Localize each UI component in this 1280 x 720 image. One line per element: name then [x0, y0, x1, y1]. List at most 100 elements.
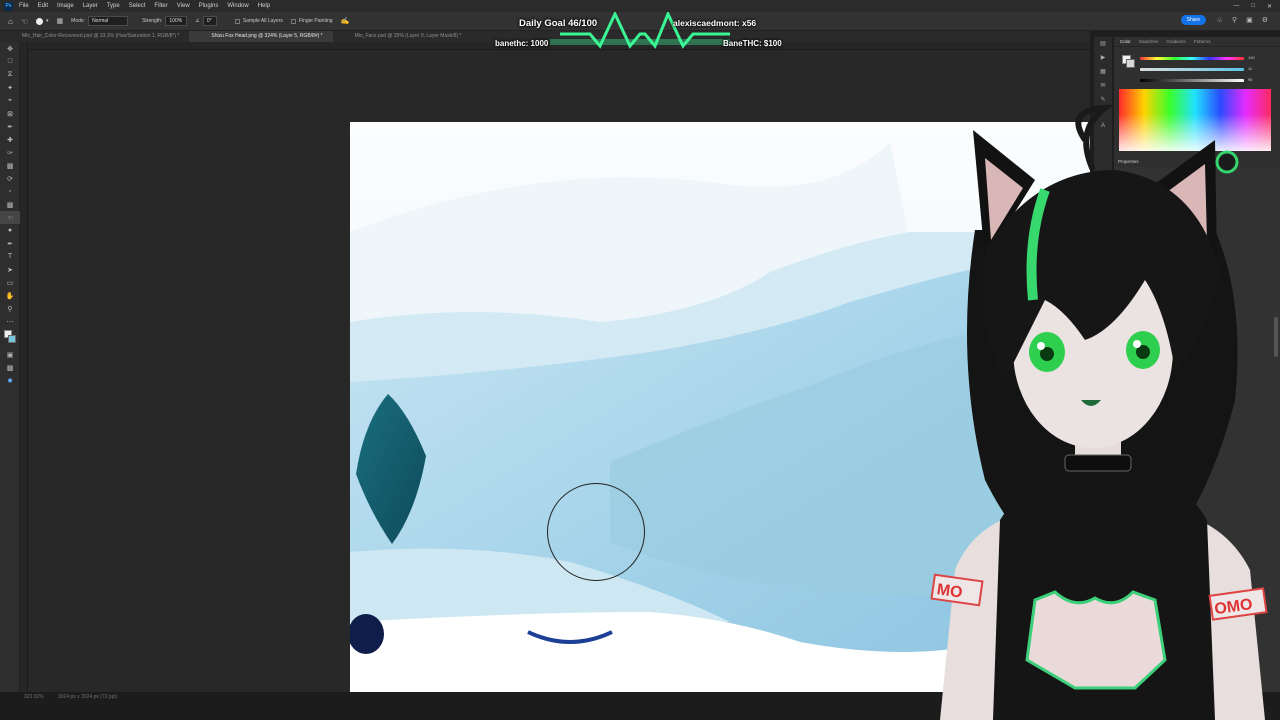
move-tool-icon[interactable]: ✥ [0, 42, 20, 55]
chest-cutout [1025, 590, 1167, 690]
tab-color[interactable]: Color [1120, 39, 1131, 44]
choker-collar [1064, 454, 1132, 472]
tab-mio-face[interactable]: Mio_Face.psd @ 25% (Layer 9, Layer Mask/… [333, 31, 472, 42]
layer-comps-icon[interactable]: ▦ [1100, 68, 1106, 75]
pen-tool-icon[interactable]: ✒ [0, 237, 20, 250]
brush-settings-icon[interactable]: ▦ [57, 17, 64, 25]
tools-panel: ✥ □ ⧖ ✦ ⌖ ⊠ ✒ ✚ ✑ ▩ ⟳ ▫ ▩ ☜ ● ✒ T ➤ ▭ ✋ … [0, 42, 20, 692]
background-swatch[interactable] [8, 335, 16, 343]
brightness-value[interactable]: 95 [1248, 77, 1252, 82]
color-panel-tabs: Color Swatches Gradients Patterns [1114, 37, 1280, 47]
strength-control: Strength: 100% [142, 16, 188, 26]
share-button[interactable]: Share [1180, 15, 1206, 25]
finger-painting-label: Finger Painting [298, 18, 333, 24]
smudge-tool-icon[interactable]: ☜ [21, 17, 28, 26]
saturation-slider[interactable] [1140, 68, 1244, 71]
eyedropper-tool-icon[interactable]: ✒ [0, 120, 20, 133]
menu-help[interactable]: Help [258, 3, 270, 9]
more-tools-icon[interactable]: ⋯ [0, 315, 20, 328]
quick-select-tool-icon[interactable]: ✦ [0, 81, 20, 94]
healing-tool-icon[interactable]: ✚ [0, 133, 20, 146]
angle-input[interactable]: 0° [202, 16, 217, 26]
tab-shizu-fox-head[interactable]: Shizu Fox Head.png @ 324% (Layer 5, RGB/… [189, 31, 333, 42]
frame-tool-icon[interactable]: ⊠ [0, 107, 20, 120]
menu-select[interactable]: Select [129, 3, 146, 9]
bell-icon[interactable]: ♧ [1217, 16, 1223, 24]
shape-tool-icon[interactable]: ▭ [0, 276, 20, 289]
angle-control: ∠ 0° [195, 16, 217, 26]
tab-patterns[interactable]: Patterns [1194, 39, 1211, 44]
home-icon[interactable]: ⌂ [8, 17, 13, 26]
brush-cursor [547, 483, 645, 581]
right-counter-text: BaneTHC: $100 [723, 39, 782, 48]
menu-plugins[interactable]: Plugins [199, 3, 219, 9]
type-tool-icon[interactable]: T [0, 250, 20, 263]
actions-icon[interactable]: ▶ [1101, 54, 1106, 61]
zoom-level[interactable]: 323.92% [24, 694, 44, 700]
minimize-icon[interactable]: — [1233, 3, 1239, 9]
lasso-tool-icon[interactable]: ⧖ [0, 68, 20, 81]
screen-mode-icon[interactable]: ▩ [0, 361, 20, 374]
panel-background-swatch[interactable] [1126, 59, 1135, 68]
tab-gradients[interactable]: Gradients [1166, 39, 1186, 44]
pressure-icon[interactable]: ✍ [341, 17, 350, 25]
stamp-tool-icon[interactable]: ▩ [0, 159, 20, 172]
maximize-icon[interactable]: □ [1251, 3, 1255, 9]
comments-icon[interactable]: ✉ [1100, 82, 1105, 89]
hue-slider[interactable] [1140, 57, 1244, 60]
quick-mask-icon[interactable]: ▣ [0, 348, 20, 361]
search-icon[interactable]: ⚲ [1232, 16, 1237, 24]
tab-swatches[interactable]: Swatches [1139, 39, 1159, 44]
finger-painting-checkbox[interactable] [290, 18, 296, 24]
smudge-tool-icon[interactable]: ☜ [0, 211, 20, 224]
edit-toolbar-icon[interactable]: ✹ [0, 374, 20, 387]
menu-layer[interactable]: Layer [83, 3, 98, 9]
strength-label: Strength: [142, 18, 163, 24]
sample-all-layers-label: Sample All Layers [242, 18, 283, 24]
strength-input[interactable]: 100% [165, 16, 188, 26]
angle-icon: ∠ [195, 18, 200, 24]
menu-view[interactable]: View [177, 3, 190, 9]
left-counter-text: banethc: 1000 [495, 39, 549, 48]
zoom-tool-icon[interactable]: ⚲ [0, 302, 20, 315]
chevron-down-icon: ▾ [46, 18, 49, 24]
brush-tool-icon[interactable]: ✑ [0, 146, 20, 159]
menu-window[interactable]: Window [227, 3, 248, 9]
history-brush-tool-icon[interactable]: ⟳ [0, 172, 20, 185]
path-select-tool-icon[interactable]: ➤ [0, 263, 20, 276]
sample-all-layers-checkbox[interactable] [234, 18, 240, 24]
history-icon[interactable]: ▤ [1100, 40, 1106, 47]
vtuber-avatar: MO OMO [915, 100, 1280, 720]
hand-tool-icon[interactable]: ✋ [0, 289, 20, 302]
menu-edit[interactable]: Edit [38, 3, 48, 9]
hue-value[interactable]: 190 [1248, 55, 1255, 60]
brightness-slider[interactable] [1140, 79, 1244, 82]
avatar-illustration: MO OMO [930, 104, 1268, 720]
menu-filter[interactable]: Filter [154, 3, 167, 9]
workspace-icon[interactable]: ▣ [1246, 16, 1253, 24]
top-right-icons: ♧ ⚲ ▣ ⚙ [1217, 16, 1268, 24]
color-swatches-icon[interactable] [0, 328, 20, 348]
finger-painting-option[interactable]: Finger Painting [290, 18, 333, 24]
brush-preset-picker[interactable]: ▾ [36, 17, 49, 25]
document-info[interactable]: 3024 px x 3024 px (72 ppi) [58, 694, 117, 700]
crop-tool-icon[interactable]: ⌖ [0, 94, 20, 107]
dodge-tool-icon[interactable]: ● [0, 224, 20, 237]
menu-image[interactable]: Image [57, 3, 74, 9]
tab-mio-hair[interactable]: Mio_Hair_Color-Recovered.psd @ 33.3% (Hu… [0, 31, 189, 42]
gear-icon[interactable]: ⚙ [1262, 16, 1268, 24]
eraser-tool-icon[interactable]: ▫ [0, 185, 20, 198]
menu-bar: Ps File Edit Image Layer Type Select Fil… [0, 0, 1280, 12]
saturation-value[interactable]: 11 [1248, 66, 1252, 71]
sample-all-layers-option[interactable]: Sample All Layers [234, 18, 283, 24]
marquee-tool-icon[interactable]: □ [0, 55, 20, 68]
menu-type[interactable]: Type [107, 3, 120, 9]
close-icon[interactable]: ✕ [1267, 3, 1272, 10]
menu-file[interactable]: File [19, 3, 29, 9]
mode-label: Mode: [71, 18, 86, 24]
brush-preview-icon [36, 17, 44, 25]
mode-select[interactable]: Normal [88, 16, 129, 26]
right-eye-shine [1133, 340, 1141, 348]
daily-goal-text: Daily Goal 46/100 [519, 18, 598, 29]
gradient-tool-icon[interactable]: ▩ [0, 198, 20, 211]
